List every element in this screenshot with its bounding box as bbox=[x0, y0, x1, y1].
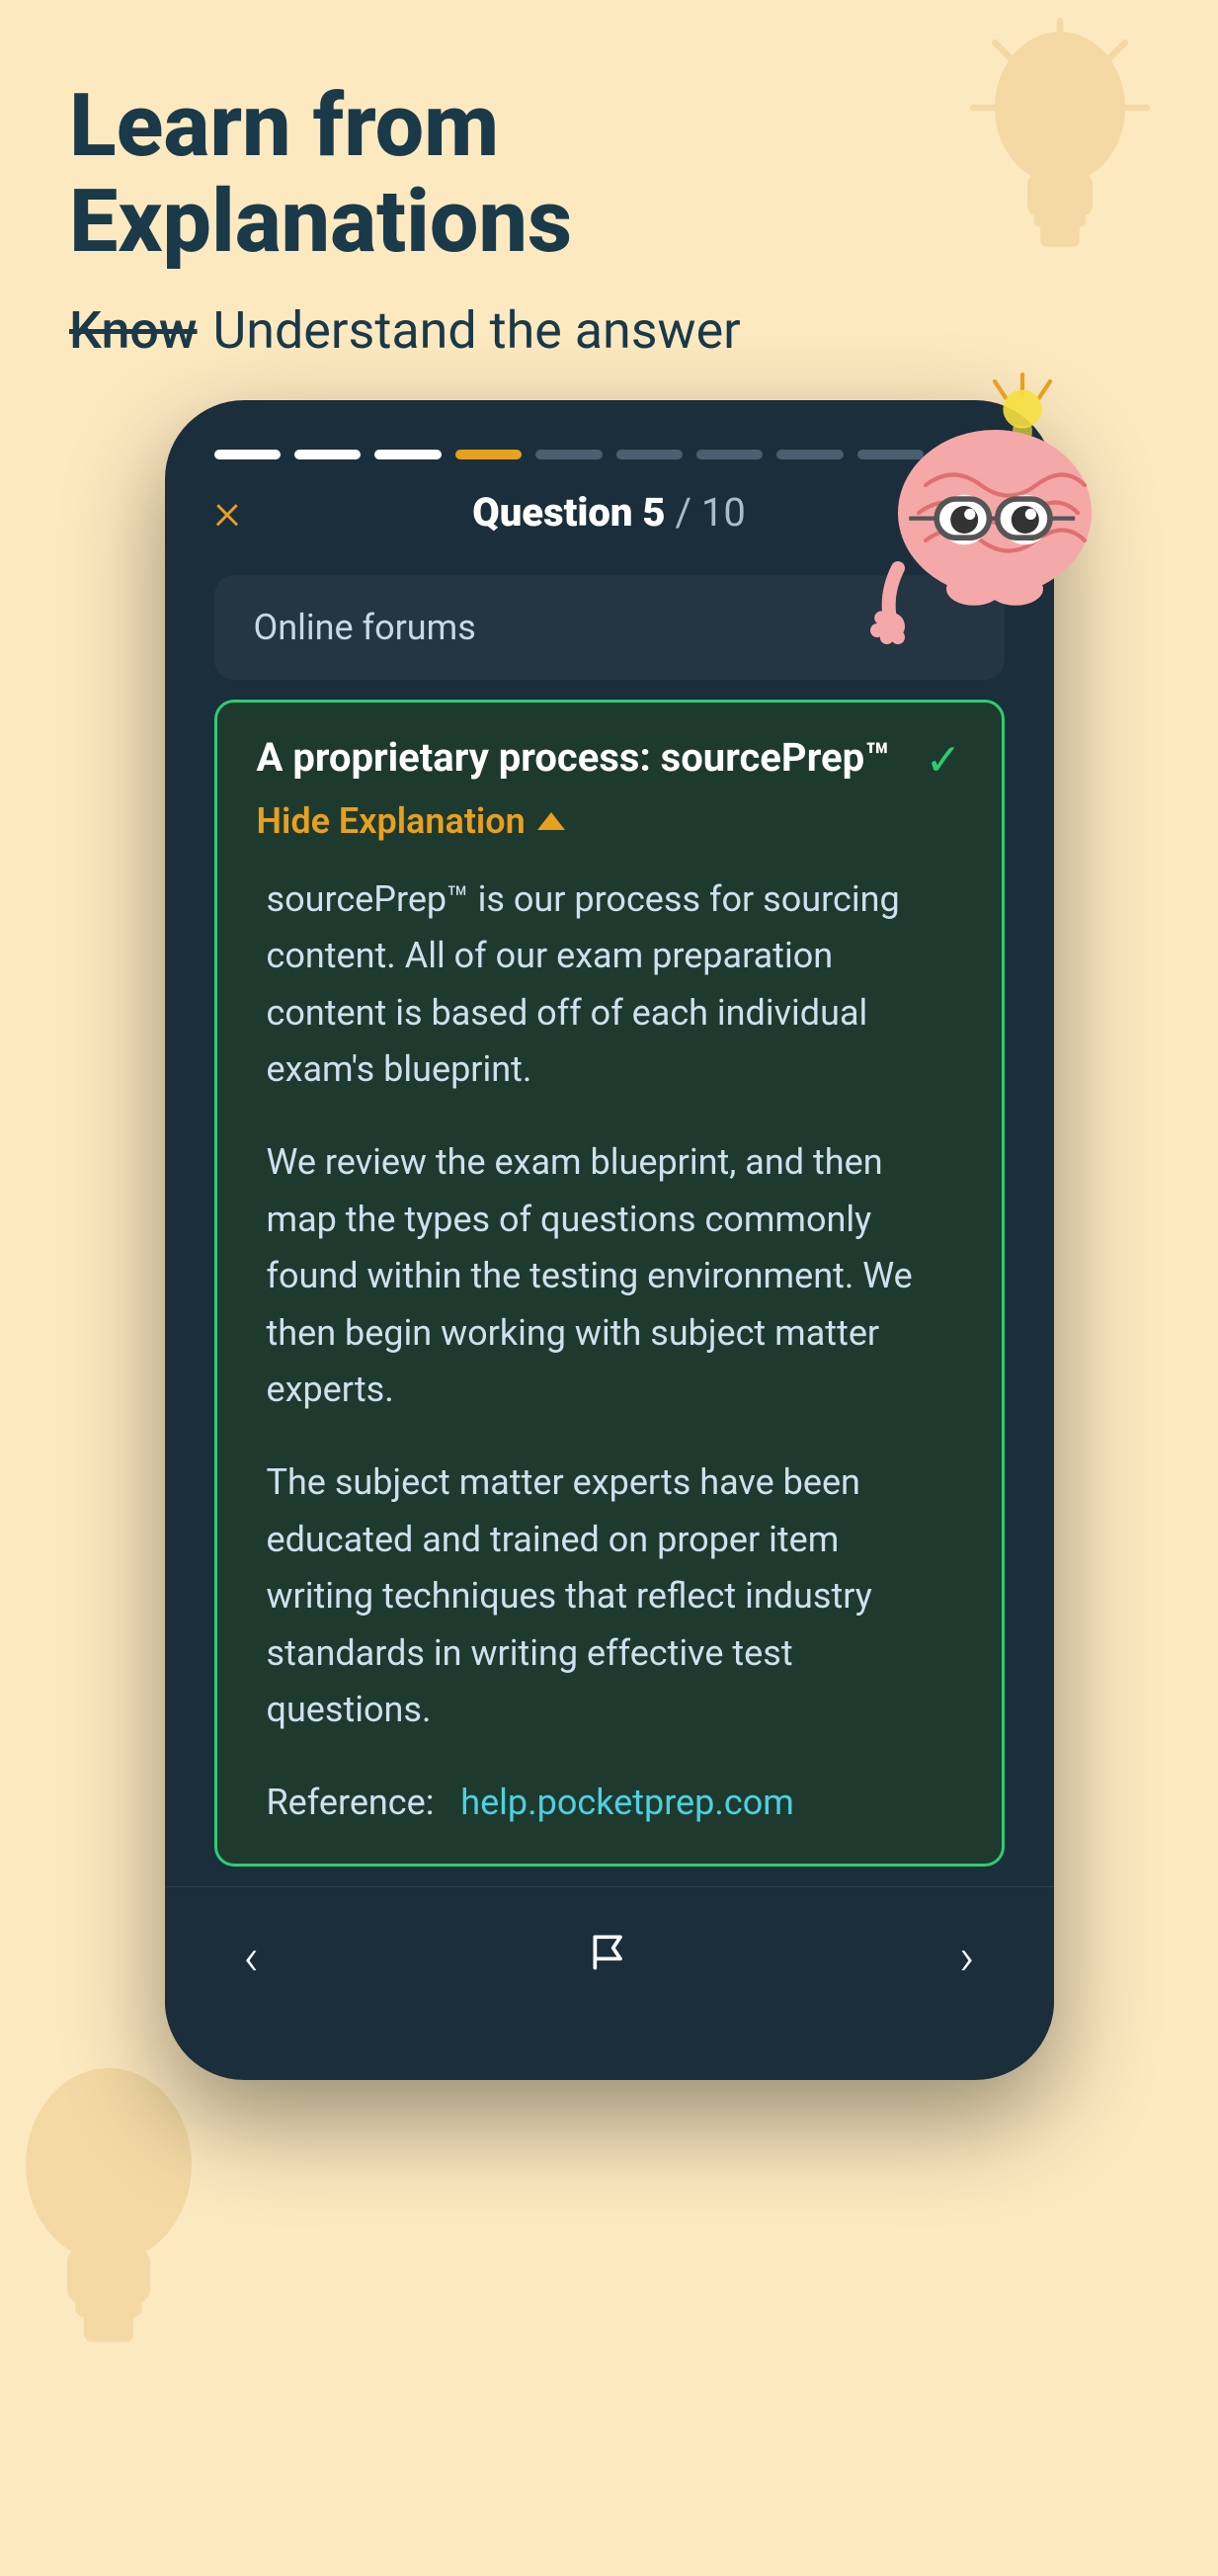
correct-answer-text: A proprietary process: sourcePrep™ bbox=[257, 734, 962, 781]
progress-bar-7 bbox=[696, 450, 763, 459]
progress-bar-8 bbox=[776, 450, 843, 459]
strikethrough-text: Know bbox=[69, 300, 198, 361]
question-number: Question 5 / 10 bbox=[472, 489, 746, 536]
back-button[interactable]: ‹ bbox=[244, 1927, 260, 1987]
explanation-paragraph-2: We review the exam blueprint, and then m… bbox=[267, 1134, 952, 1419]
header-section: Learn fromExplanations Know Understand t… bbox=[0, 0, 1218, 400]
progress-bar-2 bbox=[294, 450, 361, 459]
reference-link[interactable]: help.pocketprep.com bbox=[460, 1782, 794, 1823]
header-subtitle: Know Understand the answer bbox=[69, 300, 1149, 361]
reference-text: Reference: help.pocketprep.com bbox=[267, 1775, 952, 1832]
explanation-content: sourcePrep™ is our process for sourcing … bbox=[257, 872, 962, 1832]
previous-answer-text: Online forums bbox=[254, 607, 476, 648]
close-button[interactable]: × bbox=[214, 486, 241, 538]
progress-bar-5 bbox=[535, 450, 602, 459]
bottom-navigation: ‹ › bbox=[165, 1886, 1054, 2027]
title-text: Learn fromExplanations bbox=[69, 75, 572, 273]
checkmark-icon: ✓ bbox=[926, 734, 962, 786]
correct-answer-option: ✓ A proprietary process: sourcePrep™ Hid… bbox=[214, 700, 1005, 1867]
progress-bar-1 bbox=[214, 450, 281, 459]
brain-character bbox=[856, 361, 1133, 677]
flag-button[interactable] bbox=[588, 1930, 631, 1984]
progress-bar-3 bbox=[374, 450, 441, 459]
chevron-up-icon bbox=[537, 812, 565, 830]
explanation-paragraph-1: sourcePrep™ is our process for sourcing … bbox=[267, 872, 952, 1099]
page-title: Learn fromExplanations bbox=[69, 79, 1149, 271]
explanation-paragraph-3: The subject matter experts have been edu… bbox=[267, 1454, 952, 1739]
progress-bar-4 bbox=[455, 450, 522, 459]
hide-explanation-button[interactable]: Hide Explanation bbox=[257, 800, 962, 842]
subtitle-text: Understand the answer bbox=[213, 300, 741, 361]
phone-container: × Question 5 / 10 Online forums ✓ A prop… bbox=[165, 400, 1054, 2080]
forward-button[interactable]: › bbox=[959, 1927, 975, 1987]
flag-icon bbox=[588, 1930, 631, 1973]
progress-bar-6 bbox=[616, 450, 683, 459]
